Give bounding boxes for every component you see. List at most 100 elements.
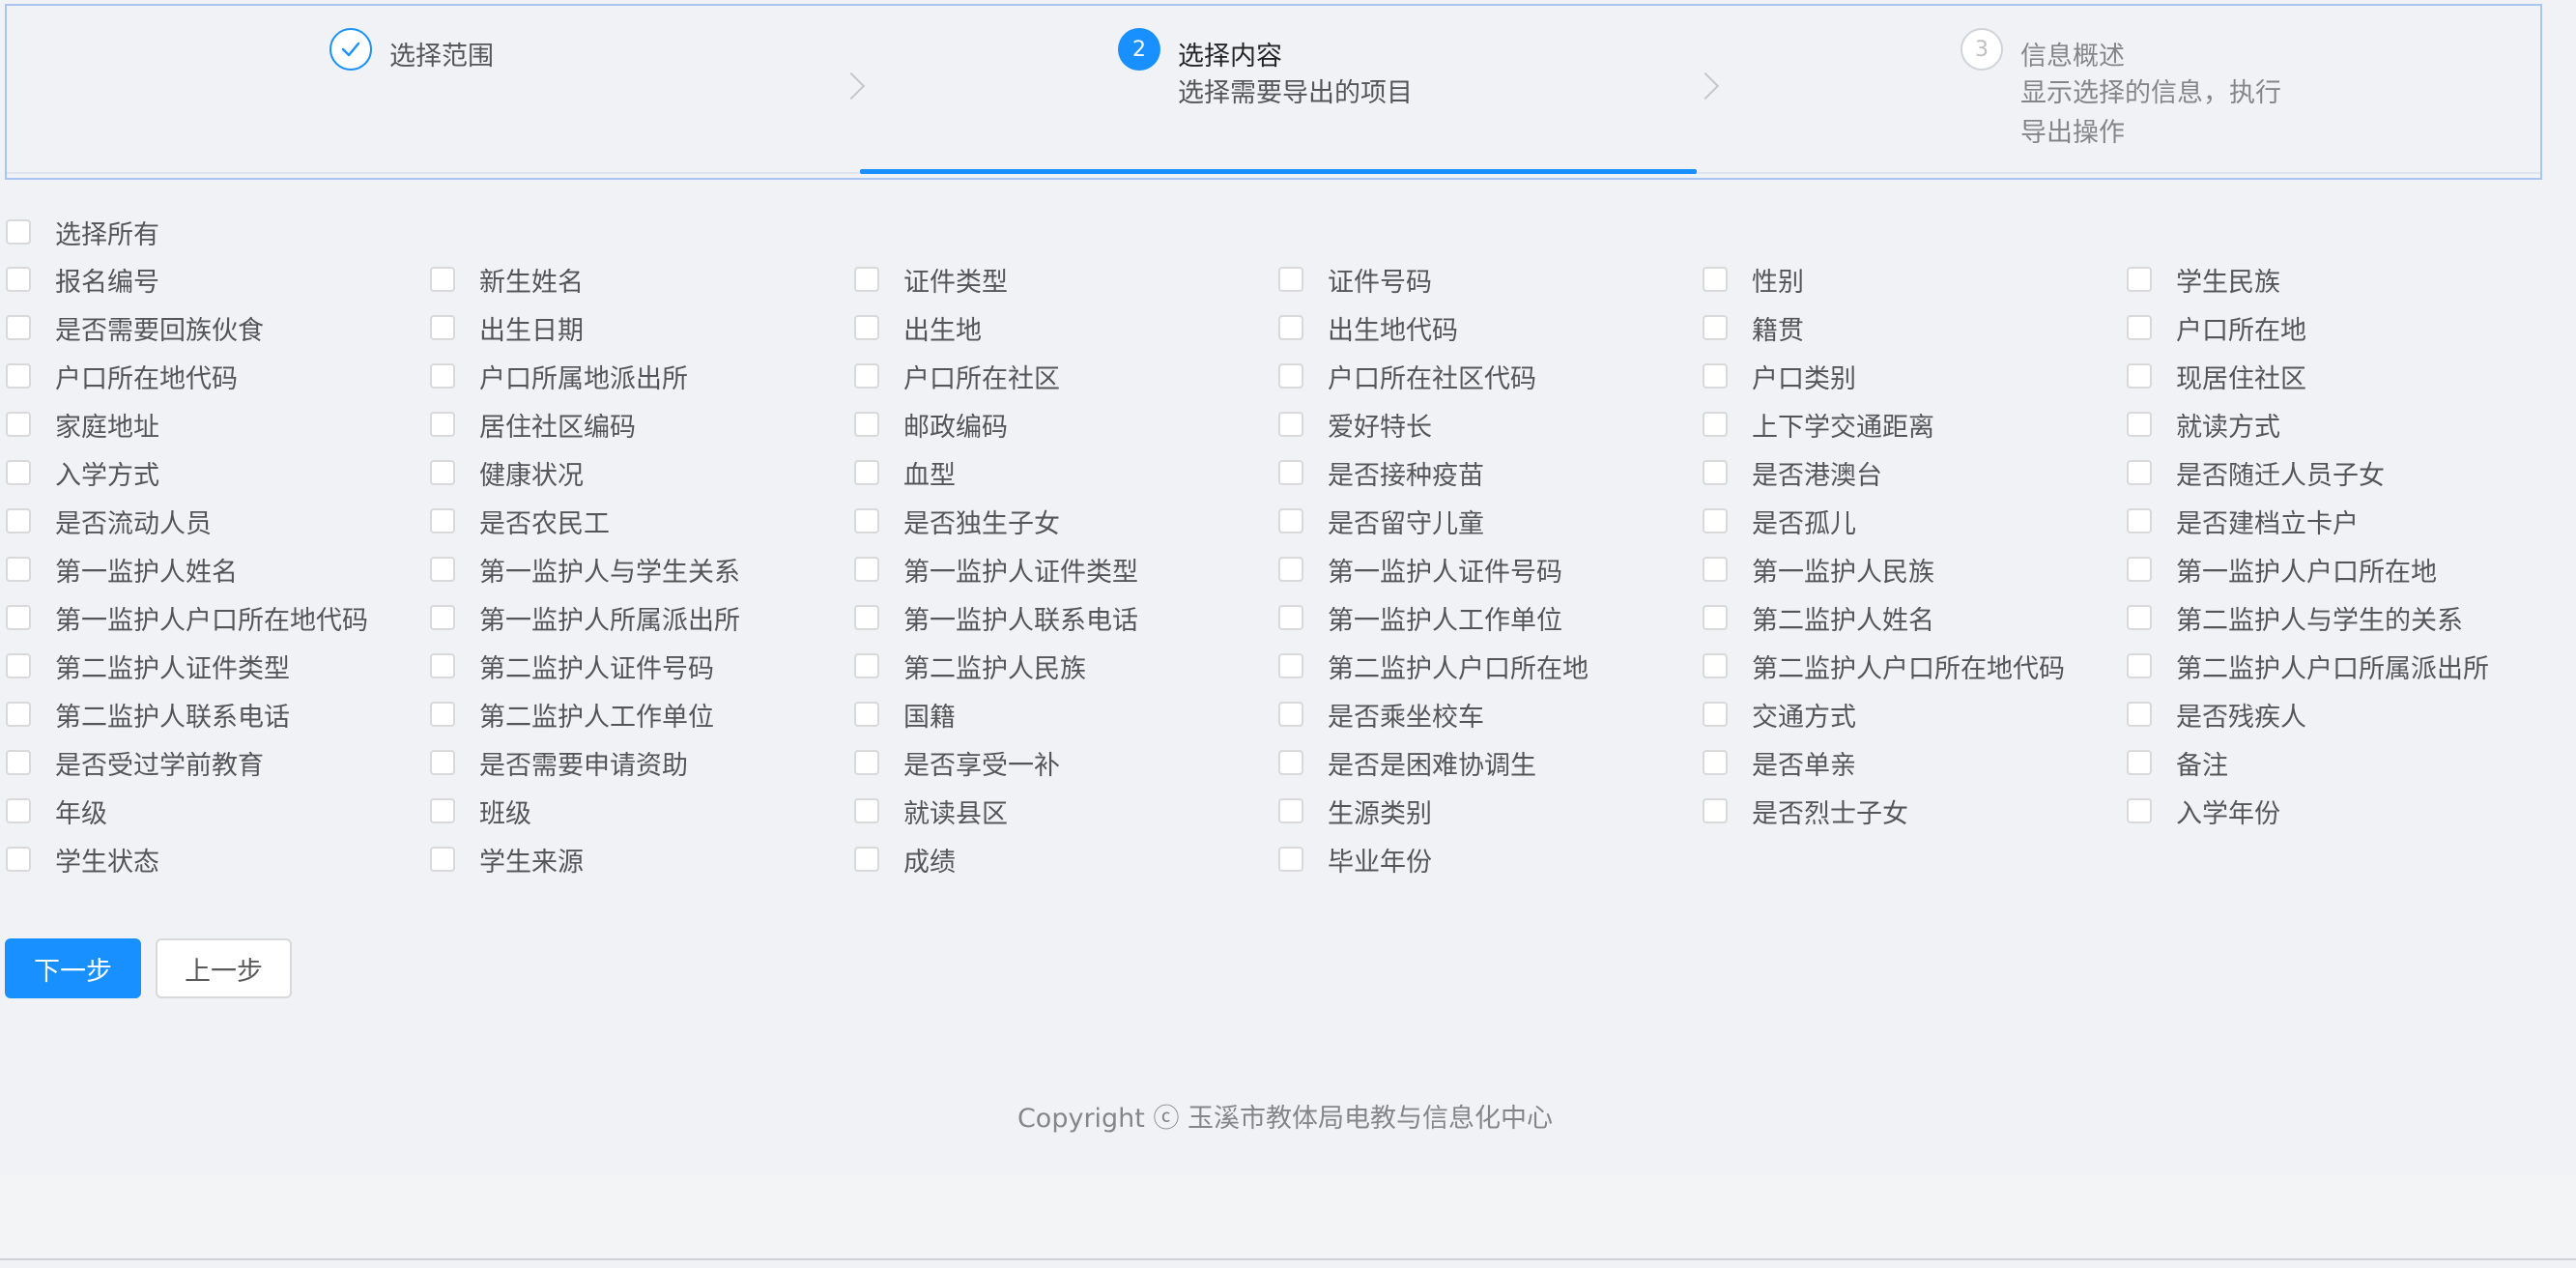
checkbox-box[interactable] xyxy=(2127,267,2152,292)
checkbox-box[interactable] xyxy=(1278,315,1303,340)
checkbox-box[interactable] xyxy=(1703,267,1728,292)
checkbox-box[interactable] xyxy=(430,412,455,437)
checkbox-box[interactable] xyxy=(1278,557,1303,582)
prev-step-button[interactable]: 上一步 xyxy=(156,938,292,998)
checkbox-box[interactable] xyxy=(1703,363,1728,389)
field-checkbox[interactable]: 第一监护人户口所在地 xyxy=(2127,557,2551,588)
checkbox-box[interactable] xyxy=(6,847,31,872)
field-checkbox[interactable]: 第二监护人工作单位 xyxy=(430,702,854,733)
field-checkbox[interactable]: 户口所在社区代码 xyxy=(1278,363,1703,394)
select-all-checkbox[interactable]: 选择所有 xyxy=(6,219,159,250)
checkbox-box[interactable] xyxy=(1278,508,1303,533)
checkbox-box[interactable] xyxy=(1703,653,1728,678)
checkbox-box[interactable] xyxy=(1278,847,1303,872)
checkbox-box[interactable] xyxy=(1278,798,1303,823)
checkbox-box[interactable] xyxy=(430,702,455,727)
field-checkbox[interactable]: 第一监护人工作单位 xyxy=(1278,605,1703,636)
checkbox-box[interactable] xyxy=(2127,653,2152,678)
checkbox-box[interactable] xyxy=(2127,557,2152,582)
checkbox-box[interactable] xyxy=(854,605,879,630)
field-checkbox[interactable]: 报名编号 xyxy=(6,267,430,298)
field-checkbox[interactable]: 户口所在社区 xyxy=(854,363,1278,394)
checkbox-box[interactable] xyxy=(854,460,879,485)
field-checkbox[interactable]: 第二监护人证件号码 xyxy=(430,653,854,684)
checkbox-box[interactable] xyxy=(430,267,455,292)
checkbox-box[interactable] xyxy=(1278,363,1303,389)
checkbox-box[interactable] xyxy=(6,363,31,389)
checkbox-box[interactable] xyxy=(6,460,31,485)
field-checkbox[interactable]: 是否独生子女 xyxy=(854,508,1278,539)
checkbox-box[interactable] xyxy=(854,653,879,678)
field-checkbox[interactable]: 血型 xyxy=(854,460,1278,491)
field-checkbox[interactable]: 第一监护人与学生关系 xyxy=(430,557,854,588)
checkbox-box[interactable] xyxy=(2127,460,2152,485)
checkbox-box[interactable] xyxy=(1703,412,1728,437)
checkbox-box[interactable] xyxy=(2127,605,2152,630)
checkbox-box[interactable] xyxy=(1703,798,1728,823)
checkbox-box[interactable] xyxy=(1703,460,1728,485)
checkbox-box[interactable] xyxy=(2127,412,2152,437)
next-step-button[interactable]: 下一步 xyxy=(5,938,141,998)
field-checkbox[interactable]: 新生姓名 xyxy=(430,267,854,298)
field-checkbox[interactable]: 第一监护人证件号码 xyxy=(1278,557,1703,588)
checkbox-box[interactable] xyxy=(854,557,879,582)
field-checkbox[interactable]: 第二监护人与学生的关系 xyxy=(2127,605,2551,636)
checkbox-box[interactable] xyxy=(854,750,879,775)
checkbox-box[interactable] xyxy=(430,508,455,533)
field-checkbox[interactable]: 是否留守儿童 xyxy=(1278,508,1703,539)
field-checkbox[interactable]: 第一监护人所属派出所 xyxy=(430,605,854,636)
field-checkbox[interactable]: 是否是困难协调生 xyxy=(1278,750,1703,781)
field-checkbox[interactable]: 第二监护人户口所在地 xyxy=(1278,653,1703,684)
checkbox-box[interactable] xyxy=(6,605,31,630)
field-checkbox[interactable]: 第二监护人户口所在地代码 xyxy=(1703,653,2127,684)
field-checkbox[interactable]: 是否需要申请资助 xyxy=(430,750,854,781)
checkbox-box[interactable] xyxy=(430,557,455,582)
checkbox-box[interactable] xyxy=(1278,605,1303,630)
field-checkbox[interactable]: 第一监护人联系电话 xyxy=(854,605,1278,636)
checkbox-box[interactable] xyxy=(854,508,879,533)
field-checkbox[interactable]: 证件类型 xyxy=(854,267,1278,298)
field-checkbox[interactable]: 第一监护人姓名 xyxy=(6,557,430,588)
checkbox-box[interactable] xyxy=(1278,460,1303,485)
checkbox-box[interactable] xyxy=(2127,750,2152,775)
checkbox-box[interactable] xyxy=(6,653,31,678)
field-checkbox[interactable]: 第一监护人民族 xyxy=(1703,557,2127,588)
field-checkbox[interactable]: 第二监护人姓名 xyxy=(1703,605,2127,636)
checkbox-box[interactable] xyxy=(1278,653,1303,678)
checkbox-box[interactable] xyxy=(430,315,455,340)
checkbox-box[interactable] xyxy=(6,508,31,533)
checkbox-box[interactable] xyxy=(430,798,455,823)
field-checkbox[interactable]: 证件号码 xyxy=(1278,267,1703,298)
checkbox-box[interactable] xyxy=(1278,750,1303,775)
field-checkbox[interactable]: 爱好特长 xyxy=(1278,412,1703,443)
field-checkbox[interactable]: 是否流动人员 xyxy=(6,508,430,539)
checkbox-box[interactable] xyxy=(2127,315,2152,340)
checkbox-box[interactable] xyxy=(1703,557,1728,582)
field-checkbox[interactable]: 备注 xyxy=(2127,750,2551,781)
checkbox-box[interactable] xyxy=(6,412,31,437)
checkbox-box[interactable] xyxy=(854,363,879,389)
checkbox-box[interactable] xyxy=(2127,363,2152,389)
field-checkbox[interactable]: 现居住社区 xyxy=(2127,363,2551,394)
step-1-title[interactable]: 选择范围 xyxy=(389,35,494,72)
field-checkbox[interactable]: 健康状况 xyxy=(430,460,854,491)
field-checkbox[interactable]: 是否农民工 xyxy=(430,508,854,539)
checkbox-box[interactable] xyxy=(430,653,455,678)
field-checkbox[interactable]: 第二监护人证件类型 xyxy=(6,653,430,684)
checkbox-box[interactable] xyxy=(2127,508,2152,533)
field-checkbox[interactable]: 班级 xyxy=(430,798,854,829)
field-checkbox[interactable]: 第二监护人联系电话 xyxy=(6,702,430,733)
checkbox-box[interactable] xyxy=(854,412,879,437)
field-checkbox[interactable]: 是否建档立卡户 xyxy=(2127,508,2551,539)
field-checkbox[interactable]: 家庭地址 xyxy=(6,412,430,443)
checkbox-box[interactable] xyxy=(854,798,879,823)
field-checkbox[interactable]: 是否乘坐校车 xyxy=(1278,702,1703,733)
checkbox-box[interactable] xyxy=(6,702,31,727)
checkbox-box[interactable] xyxy=(6,315,31,340)
checkbox-box[interactable] xyxy=(2127,702,2152,727)
step-2-title[interactable]: 选择内容 xyxy=(1178,35,1282,72)
checkbox-box[interactable] xyxy=(1703,702,1728,727)
checkbox-box[interactable] xyxy=(6,750,31,775)
field-checkbox[interactable]: 性别 xyxy=(1703,267,2127,298)
field-checkbox[interactable]: 是否残疾人 xyxy=(2127,702,2551,733)
